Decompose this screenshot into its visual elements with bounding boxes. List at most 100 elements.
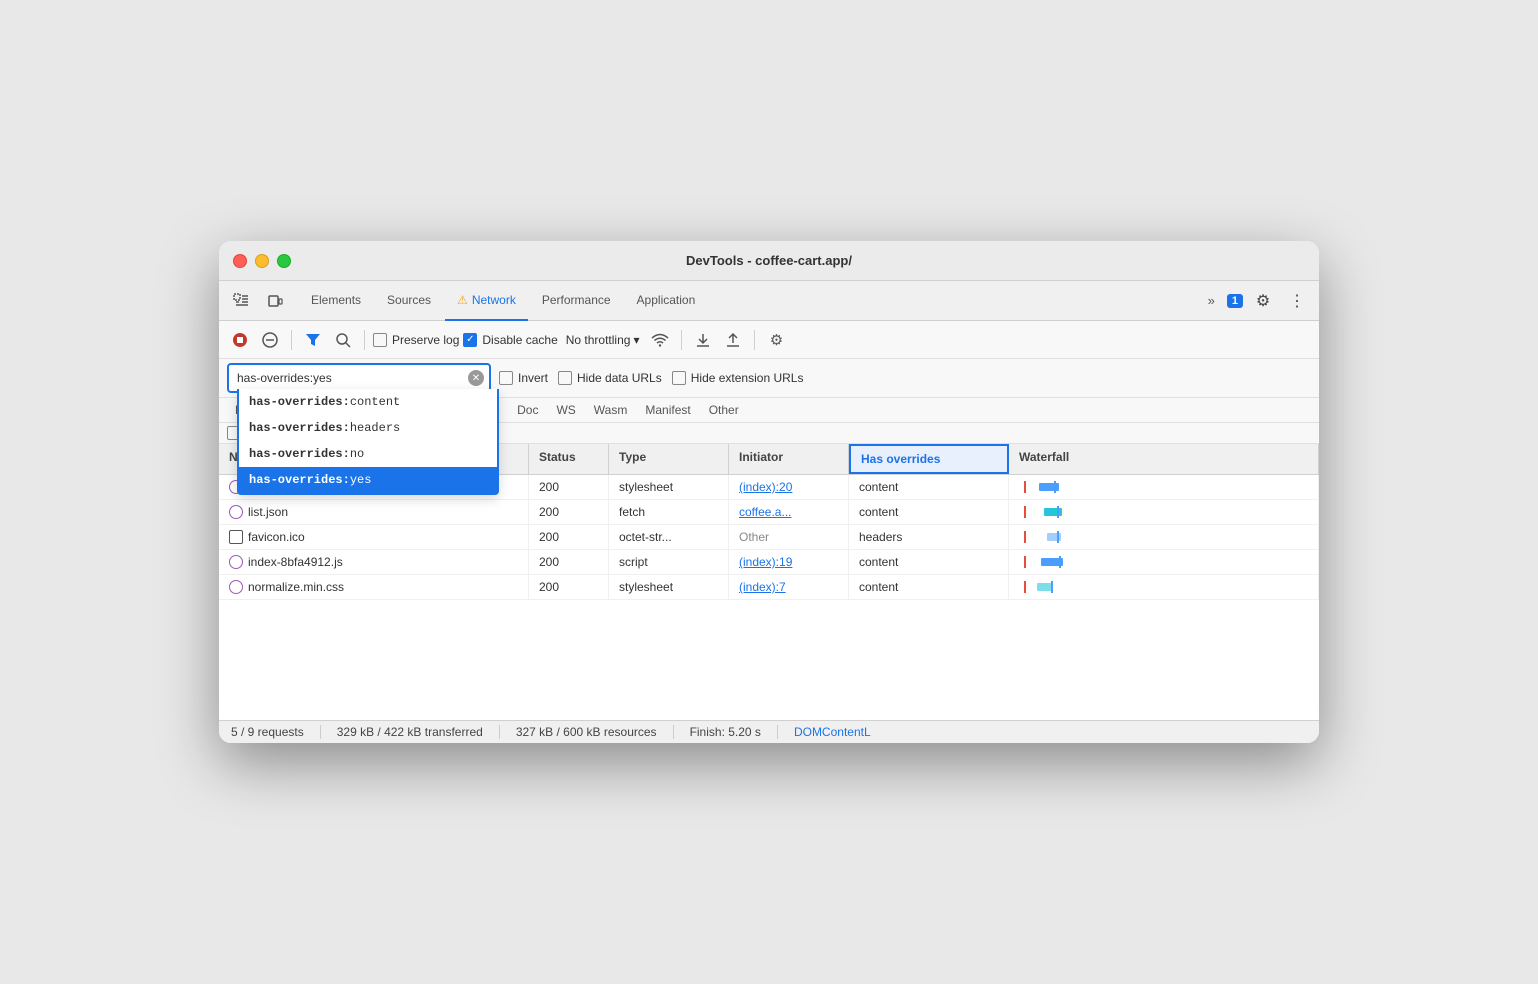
- search-clear-button[interactable]: ✕: [468, 370, 484, 386]
- devtools-window: DevTools - coffee-cart.app/: [219, 241, 1319, 743]
- autocomplete-item-headers[interactable]: has-overrides:headers: [239, 415, 497, 441]
- disable-cache-label[interactable]: ✓ Disable cache: [463, 333, 557, 347]
- tab-application[interactable]: Application: [625, 281, 708, 321]
- header-type[interactable]: Type: [609, 444, 729, 474]
- cell-waterfall-5: [1009, 575, 1319, 599]
- maximize-button[interactable]: [277, 254, 291, 268]
- cell-status-3: 200: [529, 525, 609, 549]
- hide-data-urls-checkbox[interactable]: [558, 371, 572, 385]
- header-waterfall[interactable]: Waterfall: [1009, 444, 1319, 474]
- more-tabs-button[interactable]: »: [1202, 289, 1221, 312]
- table-row[interactable]: list.json 200 fetch coffee.a... content: [219, 500, 1319, 525]
- hide-extension-urls-option[interactable]: Hide extension URLs: [672, 371, 804, 385]
- header-has-overrides[interactable]: Has overrides: [849, 444, 1009, 474]
- ico-file-icon: [229, 530, 243, 544]
- export-har-icon[interactable]: [720, 327, 746, 353]
- type-other[interactable]: Other: [701, 401, 747, 419]
- devtools-body: Elements Sources ⚠ Network Performance A…: [219, 281, 1319, 743]
- cell-waterfall-1: [1009, 475, 1319, 499]
- table-row[interactable]: favicon.ico 200 octet-str... Other heade…: [219, 525, 1319, 550]
- autocomplete-item-content[interactable]: has-overrides:content: [239, 389, 497, 415]
- type-manifest[interactable]: Manifest: [637, 401, 698, 419]
- type-ws[interactable]: WS: [548, 401, 583, 419]
- settings-gear-icon[interactable]: ⚙: [1249, 287, 1277, 315]
- cell-waterfall-4: [1009, 550, 1319, 574]
- header-initiator[interactable]: Initiator: [729, 444, 849, 474]
- js-file-icon: [229, 555, 243, 569]
- network-toolbar: Preserve log ✓ Disable cache No throttli…: [219, 321, 1319, 359]
- cell-name-5: normalize.min.css: [219, 575, 529, 599]
- autocomplete-item-yes[interactable]: has-overrides:yes: [239, 467, 497, 493]
- table-empty-space: [219, 600, 1319, 720]
- more-options-icon[interactable]: ⋮: [1283, 287, 1311, 315]
- throttle-select[interactable]: No throttling ▾: [562, 331, 644, 349]
- invert-option[interactable]: Invert: [499, 371, 548, 385]
- cell-waterfall-2: [1009, 500, 1319, 524]
- tab-bar-icons: [227, 287, 289, 315]
- status-resources: 327 kB / 600 kB resources: [516, 725, 657, 739]
- cell-has-overrides-4: content: [849, 550, 1009, 574]
- preserve-log-label[interactable]: Preserve log: [373, 333, 459, 347]
- device-toolbar-icon[interactable]: [261, 287, 289, 315]
- cell-type-2: fetch: [609, 500, 729, 524]
- clear-log-icon[interactable]: [257, 327, 283, 353]
- toolbar-divider-2: [364, 330, 365, 350]
- table-row[interactable]: index-8bfa4912.js 200 script (index):19 …: [219, 550, 1319, 575]
- hide-extension-urls-checkbox[interactable]: [672, 371, 686, 385]
- tab-bar: Elements Sources ⚠ Network Performance A…: [219, 281, 1319, 321]
- toolbar-divider-3: [681, 330, 682, 350]
- cell-status-4: 200: [529, 550, 609, 574]
- tab-performance[interactable]: Performance: [530, 281, 623, 321]
- type-doc[interactable]: Doc: [509, 401, 546, 419]
- stop-recording-icon[interactable]: [227, 327, 253, 353]
- tab-elements[interactable]: Elements: [299, 281, 373, 321]
- filter-search-input[interactable]: [229, 365, 489, 391]
- network-warning-icon: ⚠: [457, 293, 468, 307]
- disable-cache-checkbox[interactable]: ✓: [463, 333, 477, 347]
- autocomplete-item-no[interactable]: has-overrides:no: [239, 441, 497, 467]
- throttle-dropdown-icon: ▾: [633, 333, 639, 347]
- network-settings-icon[interactable]: ⚙: [763, 327, 789, 353]
- cell-has-overrides-3: headers: [849, 525, 1009, 549]
- close-button[interactable]: [233, 254, 247, 268]
- table-row[interactable]: normalize.min.css 200 stylesheet (index)…: [219, 575, 1319, 600]
- console-badge[interactable]: 1: [1227, 294, 1243, 308]
- hide-data-urls-option[interactable]: Hide data URLs: [558, 371, 662, 385]
- invert-checkbox[interactable]: [499, 371, 513, 385]
- cell-type-3: octet-str...: [609, 525, 729, 549]
- wifi-icon[interactable]: [647, 327, 673, 353]
- cell-status-5: 200: [529, 575, 609, 599]
- autocomplete-dropdown: has-overrides:content has-overrides:head…: [237, 389, 499, 495]
- cell-initiator-1: (index):20: [729, 475, 849, 499]
- status-divider-3: [673, 725, 674, 739]
- cell-waterfall-3: [1009, 525, 1319, 549]
- traffic-lights: [233, 254, 291, 268]
- import-har-icon[interactable]: [690, 327, 716, 353]
- status-bar: 5 / 9 requests 329 kB / 422 kB transferr…: [219, 720, 1319, 743]
- filter-icon[interactable]: [300, 327, 326, 353]
- status-dom-content[interactable]: DOMContentL: [794, 725, 871, 739]
- filter-search-container: ✕ has-overrides:content has-overrides:he…: [227, 363, 491, 393]
- cell-type-4: script: [609, 550, 729, 574]
- toolbar-divider-4: [754, 330, 755, 350]
- status-divider-1: [320, 725, 321, 739]
- preserve-log-checkbox[interactable]: [373, 333, 387, 347]
- cell-name-2: list.json: [219, 500, 529, 524]
- header-status[interactable]: Status: [529, 444, 609, 474]
- filter-options: Invert Hide data URLs Hide extension URL…: [499, 371, 803, 385]
- css-file-icon-2: [229, 580, 243, 594]
- minimize-button[interactable]: [255, 254, 269, 268]
- inspect-element-icon[interactable]: [227, 287, 255, 315]
- cell-initiator-4: (index):19: [729, 550, 849, 574]
- cell-name-3: favicon.ico: [219, 525, 529, 549]
- cell-initiator-5: (index):7: [729, 575, 849, 599]
- cell-name-4: index-8bfa4912.js: [219, 550, 529, 574]
- tab-network[interactable]: ⚠ Network: [445, 281, 528, 321]
- search-icon[interactable]: [330, 327, 356, 353]
- tab-sources[interactable]: Sources: [375, 281, 443, 321]
- cell-initiator-2: coffee.a...: [729, 500, 849, 524]
- status-finish: Finish: 5.20 s: [690, 725, 761, 739]
- cell-has-overrides-1: content: [849, 475, 1009, 499]
- type-wasm[interactable]: Wasm: [586, 401, 636, 419]
- tab-bar-right: » 1 ⚙ ⋮: [1202, 287, 1311, 315]
